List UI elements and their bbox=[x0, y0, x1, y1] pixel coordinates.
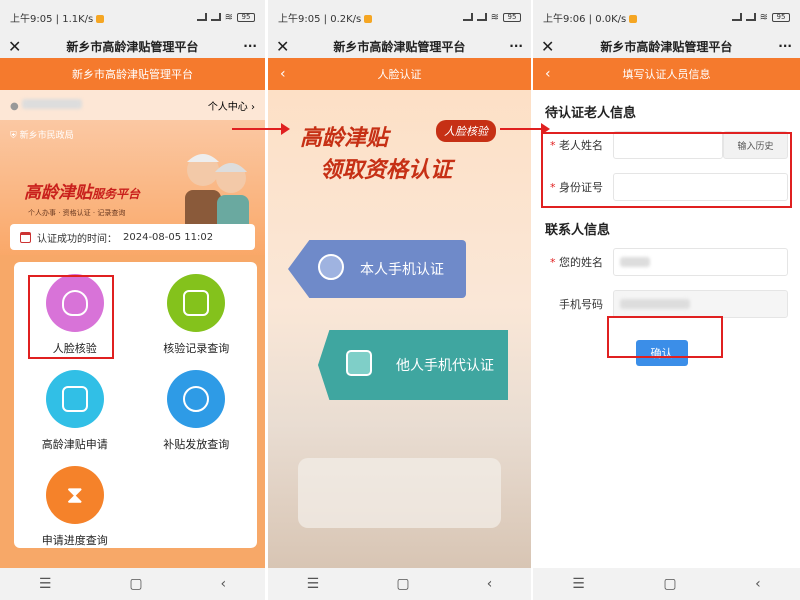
back-icon[interactable]: ‹ bbox=[220, 576, 226, 592]
back-icon[interactable]: ‹ bbox=[487, 576, 493, 592]
system-nav-bar: ☰ ▢ ‹ bbox=[0, 568, 265, 600]
header-title: 人脸认证 bbox=[377, 68, 422, 81]
home-icon[interactable]: ▢ bbox=[396, 576, 409, 592]
signal-icon bbox=[196, 13, 207, 21]
flow-arrow-1 bbox=[232, 123, 290, 135]
hourglass-icon: ⧗ bbox=[45, 466, 104, 524]
menu-allowance-application[interactable]: 高龄津贴申请 bbox=[14, 370, 136, 452]
flow-arrow-2 bbox=[500, 123, 550, 135]
header-title: 填写认证人员信息 bbox=[622, 68, 711, 81]
signal-icon bbox=[731, 13, 742, 21]
signal-icon bbox=[462, 13, 473, 21]
close-icon[interactable]: ✕ bbox=[541, 37, 554, 56]
section-elder-info: 待认证老人信息 bbox=[545, 106, 637, 121]
more-button[interactable]: ··· bbox=[509, 39, 523, 53]
contact-name-row: * 您的姓名 bbox=[533, 244, 800, 280]
headline-1: 高龄津贴 bbox=[300, 126, 389, 151]
self-phone-auth-button[interactable]: 本人手机认证 bbox=[288, 240, 466, 298]
status-time: 上午9:05 bbox=[10, 13, 53, 25]
more-button[interactable]: ··· bbox=[778, 39, 792, 53]
system-nav-bar: ☰ ▢ ‹ bbox=[268, 568, 531, 600]
phone-input[interactable] bbox=[613, 290, 788, 318]
chevron-right-icon: › bbox=[251, 101, 255, 113]
battery-icon: 95 bbox=[503, 12, 521, 22]
system-nav-bar: ☰ ▢ ‹ bbox=[533, 568, 800, 600]
contact-name-input[interactable] bbox=[613, 248, 788, 276]
auth-time-box: 认证成功的时间： 2024-08-05 11:02 bbox=[10, 224, 255, 250]
elderly-couple-illustration bbox=[185, 154, 249, 235]
back-icon[interactable]: ‹ bbox=[755, 576, 761, 592]
home-icon[interactable]: ▢ bbox=[129, 576, 142, 592]
face-verify-tag: 人脸核验 bbox=[436, 120, 496, 142]
banner-title: 高龄津贴服务平台 bbox=[24, 183, 141, 203]
record-search-icon bbox=[167, 274, 226, 332]
menu-application-progress[interactable]: ⧗ 申请进度查询 bbox=[14, 466, 136, 548]
more-button[interactable]: ··· bbox=[243, 39, 257, 53]
menu-icon[interactable]: ☰ bbox=[307, 576, 320, 592]
battery-icon: 95 bbox=[772, 12, 790, 22]
notification-icon bbox=[629, 14, 638, 23]
menu-subsidy-payment[interactable]: 补贴发放查询 bbox=[136, 370, 258, 452]
status-bar: 上午9:05 | 1.1K/s ≋ 95 bbox=[0, 0, 265, 34]
menu-icon[interactable]: ☰ bbox=[39, 576, 52, 592]
back-arrow-icon[interactable]: ‹ bbox=[545, 66, 551, 82]
back-arrow-icon[interactable]: ‹ bbox=[280, 66, 286, 82]
page-title: 新乡市高龄津贴管理平台 bbox=[66, 39, 199, 54]
phone-screen-face-auth: 上午9:05 | 0.2K/s ≋ 95 ✕ 新乡市高龄津贴管理平台 ··· ‹ 人… bbox=[268, 0, 531, 600]
auth-time-value: 2024-08-05 11:02 bbox=[123, 231, 214, 243]
section-contact-info: 联系人信息 bbox=[545, 223, 611, 238]
proxy-phone-auth-button[interactable]: 他人手机代认证 bbox=[318, 330, 508, 400]
phone-screen-auth-form: 上午9:06 | 0.0K/s ≋ 95 ✕ 新乡市高龄津贴管理平台 ··· ‹ 填… bbox=[533, 0, 800, 600]
edit-document-icon bbox=[45, 370, 104, 428]
home-icon[interactable]: ▢ bbox=[663, 576, 676, 592]
list-search-icon bbox=[167, 370, 226, 428]
phone-label: 手机号码 bbox=[559, 298, 603, 311]
headline-2: 领取资格认证 bbox=[320, 158, 453, 183]
title-bar: ✕ 新乡市高龄津贴管理平台 ··· bbox=[533, 34, 800, 58]
menu-verification-records[interactable]: 核验记录查询 bbox=[136, 274, 258, 356]
signal-icon bbox=[745, 13, 756, 21]
wifi-icon: ≋ bbox=[224, 11, 233, 23]
user-name-blurred bbox=[21, 98, 82, 109]
user-icon: ● bbox=[10, 100, 19, 112]
signal-icon bbox=[210, 13, 221, 21]
emblem-icon: ⛨ bbox=[10, 131, 17, 141]
status-bar: 上午9:06 | 0.0K/s ≋ 95 bbox=[533, 0, 800, 34]
phone-screen-home: 上午9:05 | 1.1K/s ≋ 95 ✕ 新乡市高龄津贴管理平台 ··· 新乡… bbox=[0, 0, 265, 600]
banner-subtitle: 个人办事 · 资格认证 · 记录查询 bbox=[28, 209, 126, 217]
user-row[interactable]: ● 个人中心 › bbox=[0, 90, 265, 120]
wifi-icon: ≋ bbox=[759, 11, 768, 23]
page-title: 新乡市高龄津贴管理平台 bbox=[600, 39, 733, 54]
user-center-link[interactable]: 个人中心 bbox=[208, 102, 248, 113]
close-icon[interactable]: ✕ bbox=[8, 37, 21, 56]
background-sofa bbox=[298, 458, 501, 528]
highlight-confirm bbox=[607, 316, 723, 358]
notification-icon bbox=[364, 14, 373, 23]
contact-name-label: 您的姓名 bbox=[559, 256, 603, 269]
auth-time-label: 认证成功的时间： bbox=[37, 233, 117, 245]
close-icon[interactable]: ✕ bbox=[276, 37, 289, 56]
calendar-icon bbox=[20, 231, 31, 243]
header-title: 新乡市高龄津贴管理平台 bbox=[72, 68, 193, 81]
page-title: 新乡市高龄津贴管理平台 bbox=[333, 39, 466, 54]
notification-icon bbox=[96, 14, 105, 23]
status-bar: 上午9:05 | 0.2K/s ≋ 95 bbox=[268, 0, 531, 34]
title-bar: ✕ 新乡市高龄津贴管理平台 ··· bbox=[268, 34, 531, 58]
wifi-icon: ≋ bbox=[490, 11, 499, 23]
face-auth-body: 高龄津贴 人脸核验 领取资格认证 本人手机认证 他人手机代认证 bbox=[268, 90, 531, 568]
battery-icon: 95 bbox=[237, 12, 255, 22]
status-speed: 1.1K/s bbox=[62, 13, 94, 25]
highlight-face-verification bbox=[28, 275, 114, 359]
title-bar: ✕ 新乡市高龄津贴管理平台 ··· bbox=[0, 34, 265, 58]
org-name: 新乡市民政局 bbox=[19, 131, 74, 141]
header-bar: ‹ 人脸认证 bbox=[268, 58, 531, 90]
person-icon bbox=[318, 254, 344, 280]
signal-icon bbox=[476, 13, 487, 21]
menu-icon[interactable]: ☰ bbox=[572, 576, 585, 592]
header-bar: ‹ 填写认证人员信息 bbox=[533, 58, 800, 90]
phone-person-icon bbox=[346, 350, 372, 376]
header-bar: 新乡市高龄津贴管理平台 bbox=[0, 58, 265, 90]
highlight-elder-info bbox=[541, 132, 792, 208]
